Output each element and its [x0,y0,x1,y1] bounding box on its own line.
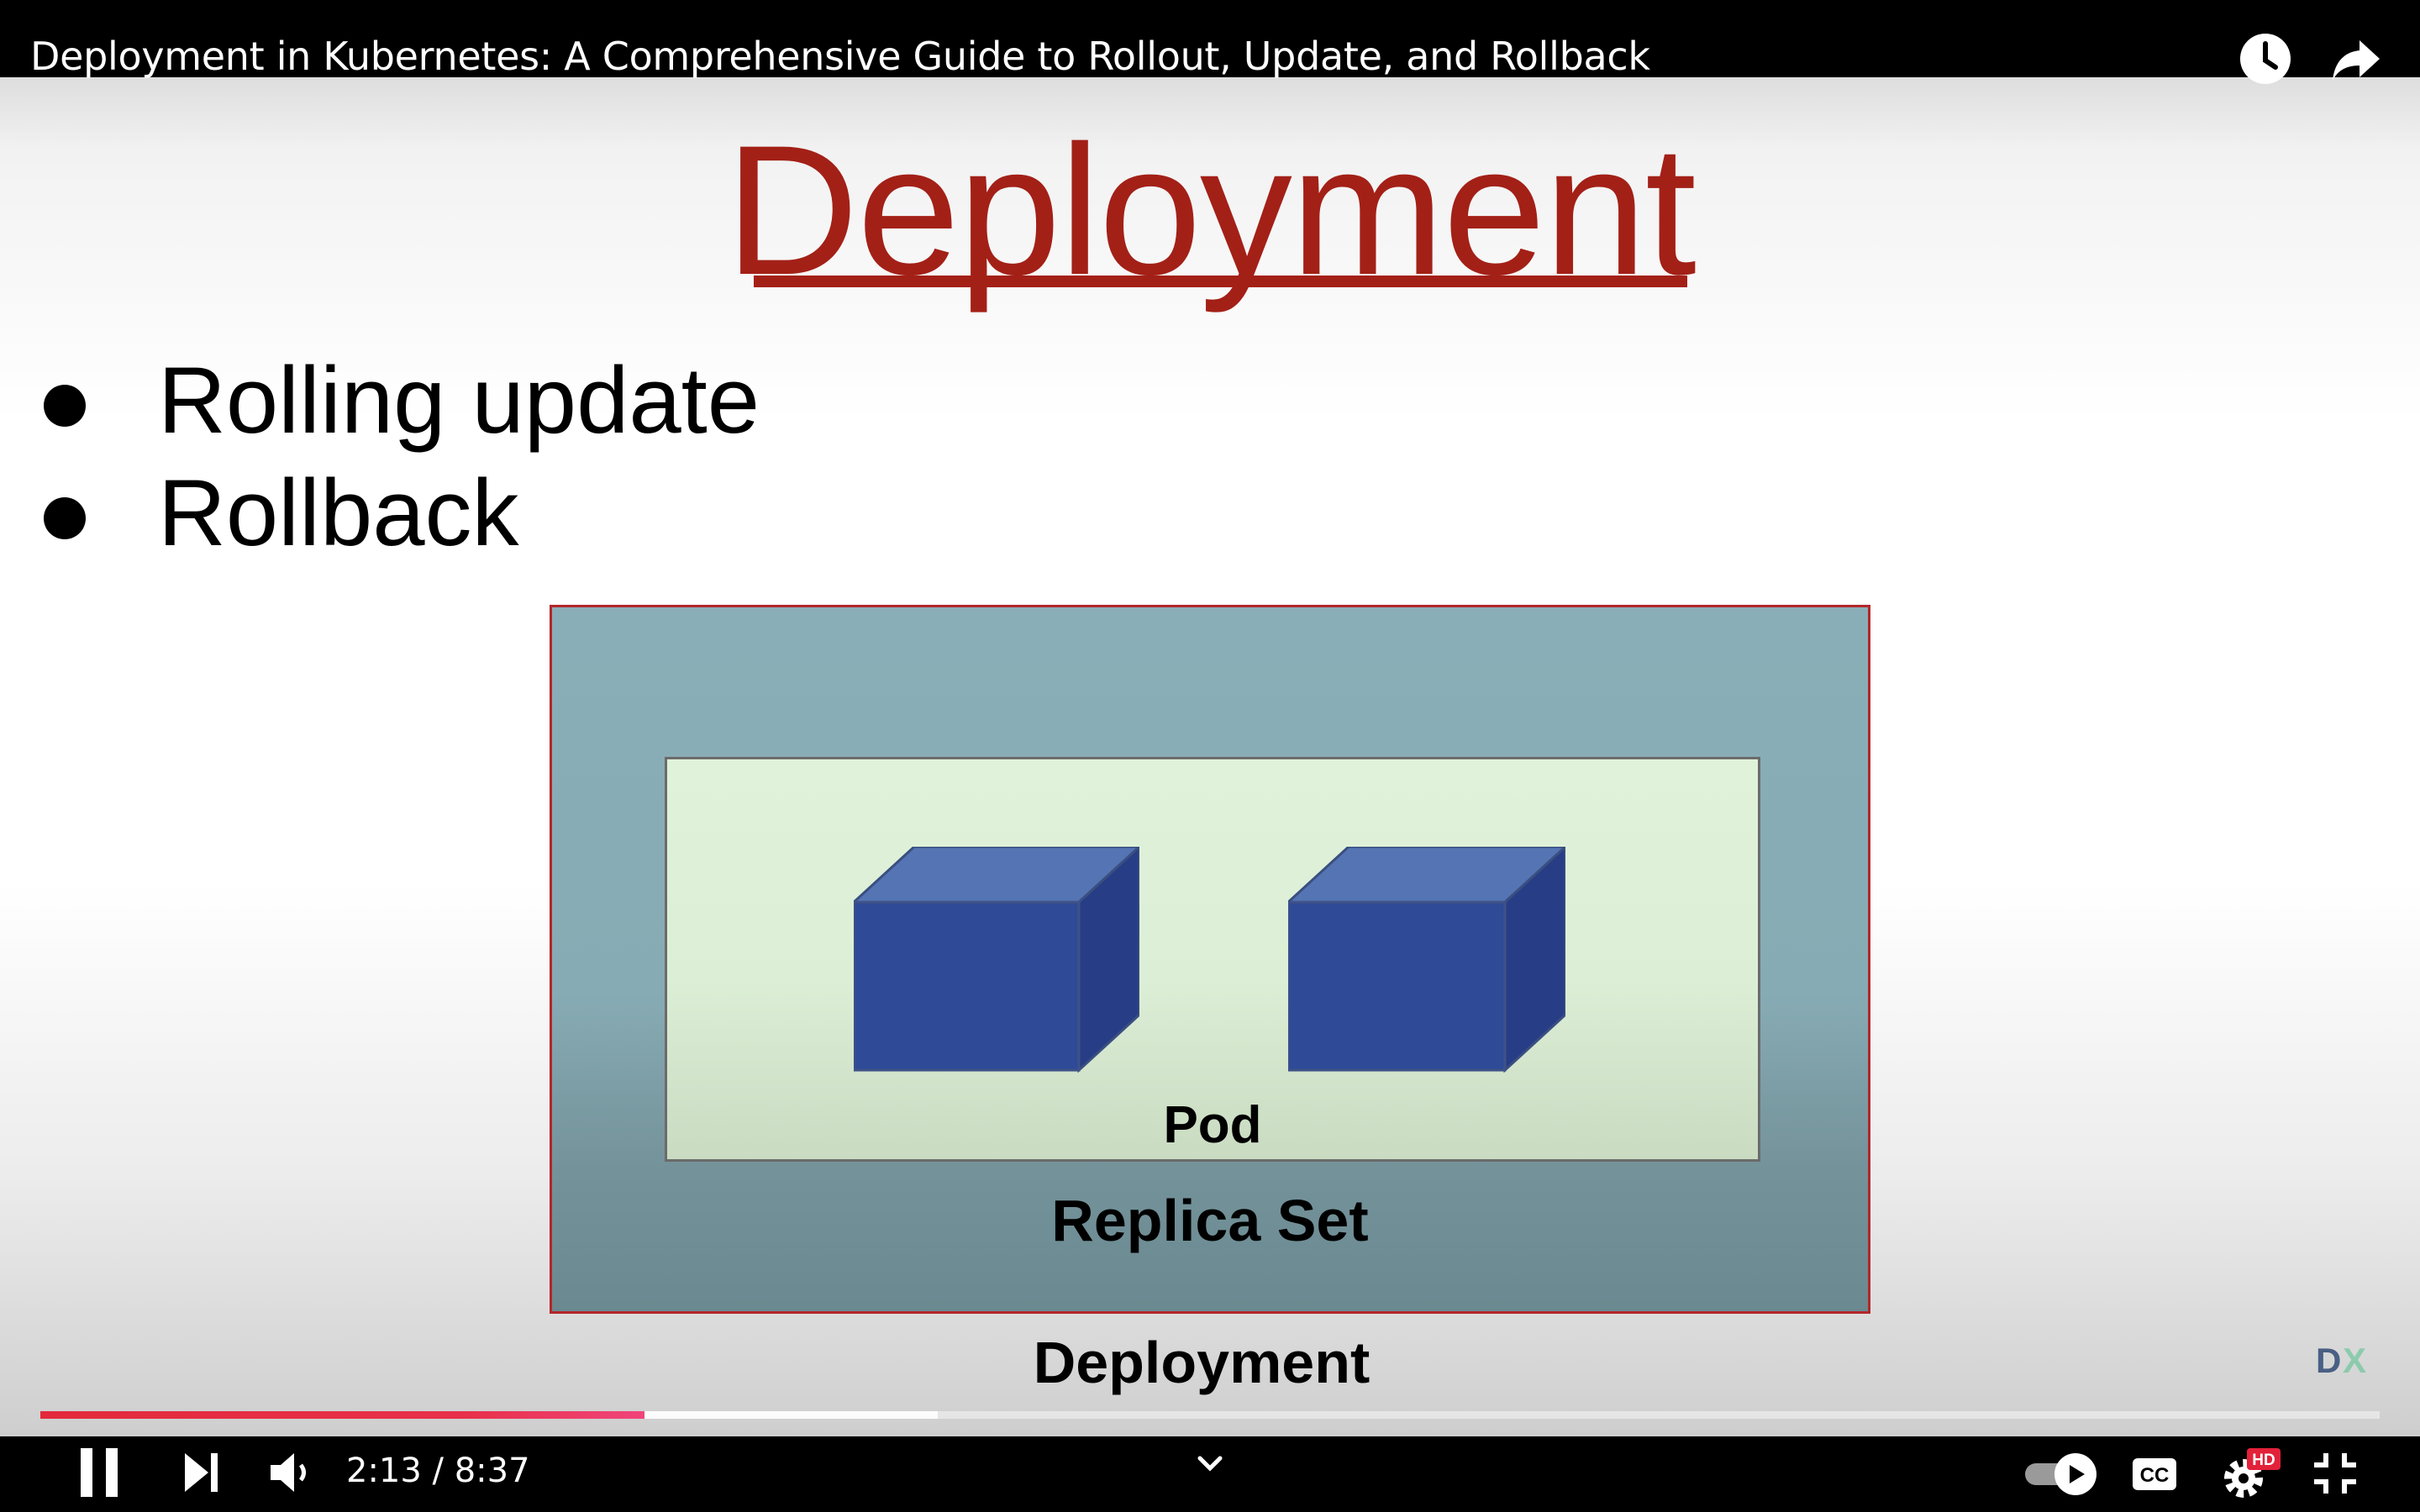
replica-set-box: Pod [665,757,1760,1162]
replica-set-label: Replica Set [1051,1188,1369,1253]
video-title[interactable]: Deployment in Kubernetes: A Comprehensiv… [30,34,1650,79]
title-bar: Deployment in Kubernetes: A Comprehensiv… [0,0,2420,84]
hd-badge-text: HD [2252,1452,2275,1469]
control-bar: 2:13 / 8:37 CC HD [0,1436,2420,1512]
svg-text:D: D [2316,1341,2341,1378]
pod-label: Pod [1163,1096,1262,1154]
volume-icon[interactable] [267,1448,313,1497]
bullet-dot [44,497,86,539]
autoplay-toggle[interactable] [2023,1450,2101,1497]
slide-heading-text: Deployment [725,107,1697,313]
pod-cube-2 [1288,847,1565,1074]
deployment-label: Deployment [1033,1330,1370,1395]
bullet-dot [44,385,86,427]
heading-underline [754,276,1687,287]
slide-heading: Deployment [0,118,2420,302]
pod-cube-1 [854,847,1139,1074]
bullet-label: Rolling update [158,348,760,453]
pause-button[interactable] [79,1446,119,1499]
cc-icon[interactable]: CC [2131,1453,2178,1494]
svg-text:CC: CC [2140,1464,2170,1487]
clock-icon[interactable] [2237,30,2294,87]
chevron-down-icon[interactable] [1195,1452,1225,1477]
progress-bar[interactable] [40,1411,2380,1419]
deployment-box: Pod Replica Set [550,605,1870,1314]
next-button[interactable] [183,1450,220,1495]
exit-fullscreen-icon[interactable] [2312,1450,2358,1497]
time-display: 2:13 / 8:37 [346,1452,530,1490]
bullet-label: Rollback [158,460,519,565]
gear-icon[interactable]: HD [2218,1445,2282,1504]
video-player[interactable]: Deployment Rolling update Rollback Pod R… [0,0,2420,1512]
video-frame[interactable]: Deployment Rolling update Rollback Pod R… [0,0,2420,1512]
share-arrow-icon[interactable] [2328,30,2385,87]
progress-played [40,1411,645,1419]
channel-logo: D X [2316,1341,2366,1378]
svg-text:X: X [2343,1341,2366,1378]
